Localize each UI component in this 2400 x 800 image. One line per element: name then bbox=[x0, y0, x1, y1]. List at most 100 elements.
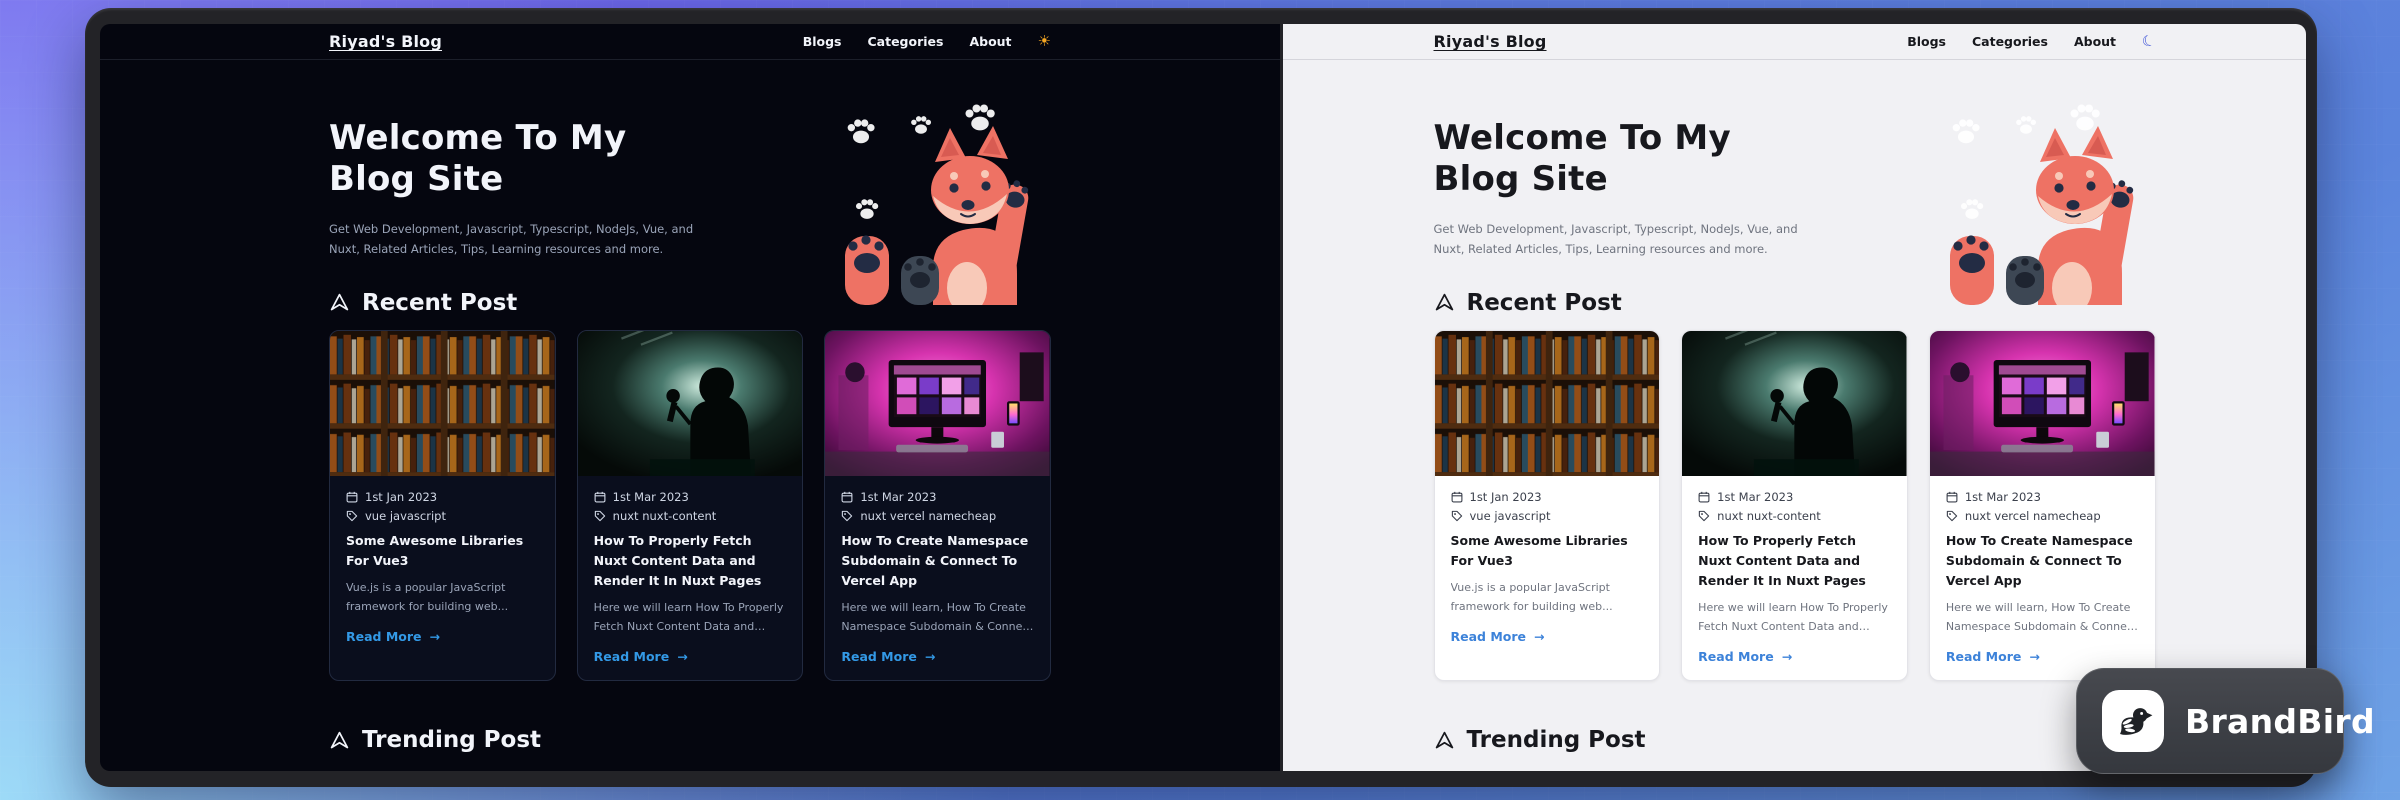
post-image-neon-desk bbox=[1930, 331, 2155, 476]
read-more-link[interactable]: Read More→ bbox=[346, 629, 539, 644]
trending-post-heading: Trending Post bbox=[329, 727, 1051, 753]
post-date: 1st Jan 2023 bbox=[365, 490, 437, 504]
sun-icon[interactable]: ☀ bbox=[1038, 34, 1051, 49]
post-image-podcaster-silhouette bbox=[1682, 331, 1907, 476]
brandbird-logo bbox=[2102, 690, 2164, 752]
calendar-icon bbox=[1946, 491, 1958, 503]
read-more-link[interactable]: Read More→ bbox=[1698, 649, 1891, 664]
trending-post-heading: Trending Post bbox=[1434, 727, 2156, 753]
page-main: Welcome To My Blog Site Get Web Developm… bbox=[329, 118, 1051, 753]
section-title: Trending Post bbox=[362, 727, 541, 753]
triangle-up-outline-icon bbox=[329, 730, 350, 751]
blog-page-dark-mode: Riyad's Blog Blogs Categories About ☀ We… bbox=[100, 24, 1280, 771]
post-title[interactable]: How To Properly Fetch Nuxt Content Data … bbox=[1698, 531, 1891, 591]
post-image-bookshelf bbox=[330, 331, 555, 476]
post-title[interactable]: How To Properly Fetch Nuxt Content Data … bbox=[594, 531, 787, 591]
tag-icon bbox=[594, 510, 606, 522]
read-more-link[interactable]: Read More→ bbox=[1451, 629, 1644, 644]
post-title[interactable]: How To Create Namespace Subdomain & Conn… bbox=[1946, 531, 2139, 591]
hero-description: Get Web Development, Javascript, Typescr… bbox=[1434, 219, 1820, 260]
triangle-up-outline-icon bbox=[1434, 730, 1455, 751]
calendar-icon bbox=[346, 491, 358, 503]
post-excerpt: Here we will learn How To Properly Fetch… bbox=[1698, 598, 1891, 637]
calendar-icon bbox=[594, 491, 606, 503]
arrow-right-icon: → bbox=[677, 649, 687, 664]
read-more-link[interactable]: Read More→ bbox=[1946, 649, 2139, 664]
nav-item-about[interactable]: About bbox=[2074, 34, 2116, 49]
hero-section: Welcome To My Blog Site Get Web Developm… bbox=[1434, 118, 2156, 260]
post-card[interactable]: 1st Mar 2023 nuxt nuxt-content How To Pr… bbox=[1681, 330, 1908, 682]
post-date: 1st Jan 2023 bbox=[1470, 490, 1542, 504]
blog-page-light-mode: Riyad's Blog Blogs Categories About ☾ We… bbox=[1283, 24, 2306, 771]
arrow-right-icon: → bbox=[430, 629, 440, 644]
nav-item-about[interactable]: About bbox=[969, 34, 1011, 49]
post-tags: vue javascript bbox=[1470, 509, 1551, 523]
shiba-dog-pawprints-illustration bbox=[1922, 98, 2134, 305]
post-date: 1st Mar 2023 bbox=[860, 490, 936, 504]
page-main: Welcome To My Blog Site Get Web Developm… bbox=[1434, 118, 2156, 753]
calendar-icon bbox=[1698, 491, 1710, 503]
bird-icon bbox=[2110, 698, 2156, 744]
post-excerpt: Vue.js is a popular JavaScript framework… bbox=[346, 578, 539, 617]
section-title: Recent Post bbox=[1467, 290, 1622, 316]
post-tags: nuxt vercel namecheap bbox=[1965, 509, 2101, 523]
post-card[interactable]: 1st Jan 2023 vue javascript Some Awesome… bbox=[1434, 330, 1661, 682]
post-tags: nuxt vercel namecheap bbox=[860, 509, 996, 523]
post-date: 1st Mar 2023 bbox=[1965, 490, 2041, 504]
post-tags: nuxt nuxt-content bbox=[613, 509, 717, 523]
post-card[interactable]: 1st Mar 2023 nuxt vercel namecheap How T… bbox=[1929, 330, 2156, 682]
brandbird-badge: BrandBird bbox=[2076, 668, 2344, 774]
nav-item-blogs[interactable]: Blogs bbox=[1907, 34, 1946, 49]
navbar: Riyad's Blog Blogs Categories About ☀ bbox=[100, 24, 1280, 60]
post-card[interactable]: 1st Jan 2023 vue javascript Some Awesome… bbox=[329, 330, 556, 682]
recent-posts-row: 1st Jan 2023 vue javascript Some Awesome… bbox=[1434, 330, 2156, 682]
post-excerpt: Here we will learn, How To Create Namesp… bbox=[1946, 598, 2139, 637]
nav-item-blogs[interactable]: Blogs bbox=[803, 34, 842, 49]
nav-item-categories[interactable]: Categories bbox=[1972, 34, 2048, 49]
post-image-neon-desk bbox=[825, 331, 1050, 476]
hero-section: Welcome To My Blog Site Get Web Developm… bbox=[329, 118, 1051, 260]
tag-icon bbox=[841, 510, 853, 522]
tag-icon bbox=[346, 510, 358, 522]
arrow-right-icon: → bbox=[925, 649, 935, 664]
post-card[interactable]: 1st Mar 2023 nuxt nuxt-content How To Pr… bbox=[577, 330, 804, 682]
arrow-right-icon: → bbox=[2029, 649, 2039, 664]
read-more-link[interactable]: Read More→ bbox=[841, 649, 1034, 664]
post-tags: vue javascript bbox=[365, 509, 446, 523]
triangle-up-outline-icon bbox=[329, 292, 350, 313]
brand-link[interactable]: Riyad's Blog bbox=[1434, 32, 1547, 51]
browser-window-mockup: Riyad's Blog Blogs Categories About ☀ We… bbox=[85, 8, 2317, 787]
hero-description: Get Web Development, Javascript, Typescr… bbox=[329, 219, 715, 260]
post-card[interactable]: 1st Mar 2023 nuxt vercel namecheap How T… bbox=[824, 330, 1051, 682]
calendar-icon bbox=[841, 491, 853, 503]
nav-links: Blogs Categories About ☀ bbox=[803, 34, 1051, 49]
navbar: Riyad's Blog Blogs Categories About ☾ bbox=[1283, 24, 2306, 60]
brand-link[interactable]: Riyad's Blog bbox=[329, 32, 442, 51]
recent-posts-row: 1st Jan 2023 vue javascript Some Awesome… bbox=[329, 330, 1051, 682]
post-title[interactable]: Some Awesome Libraries For Vue3 bbox=[1451, 531, 1644, 571]
post-date: 1st Mar 2023 bbox=[613, 490, 689, 504]
nav-links: Blogs Categories About ☾ bbox=[1907, 34, 2155, 49]
hero-title: Welcome To My Blog Site bbox=[1434, 118, 1764, 201]
read-more-link[interactable]: Read More→ bbox=[594, 649, 787, 664]
post-title[interactable]: Some Awesome Libraries For Vue3 bbox=[346, 531, 539, 571]
arrow-right-icon: → bbox=[1782, 649, 1792, 664]
post-excerpt: Here we will learn How To Properly Fetch… bbox=[594, 598, 787, 637]
tag-icon bbox=[1451, 510, 1463, 522]
shiba-dog-pawprints-illustration bbox=[817, 98, 1029, 305]
post-tags: nuxt nuxt-content bbox=[1717, 509, 1821, 523]
post-title[interactable]: How To Create Namespace Subdomain & Conn… bbox=[841, 531, 1034, 591]
post-excerpt: Vue.js is a popular JavaScript framework… bbox=[1451, 578, 1644, 617]
gradient-background: Riyad's Blog Blogs Categories About ☀ We… bbox=[0, 0, 2400, 800]
nav-item-categories[interactable]: Categories bbox=[867, 34, 943, 49]
section-title: Recent Post bbox=[362, 290, 517, 316]
moon-icon[interactable]: ☾ bbox=[2140, 32, 2157, 50]
post-excerpt: Here we will learn, How To Create Namesp… bbox=[841, 598, 1034, 637]
calendar-icon bbox=[1451, 491, 1463, 503]
hero-title: Welcome To My Blog Site bbox=[329, 118, 659, 201]
tag-icon bbox=[1946, 510, 1958, 522]
triangle-up-outline-icon bbox=[1434, 292, 1455, 313]
tag-icon bbox=[1698, 510, 1710, 522]
brandbird-label: BrandBird bbox=[2185, 702, 2375, 741]
section-title: Trending Post bbox=[1467, 727, 1646, 753]
